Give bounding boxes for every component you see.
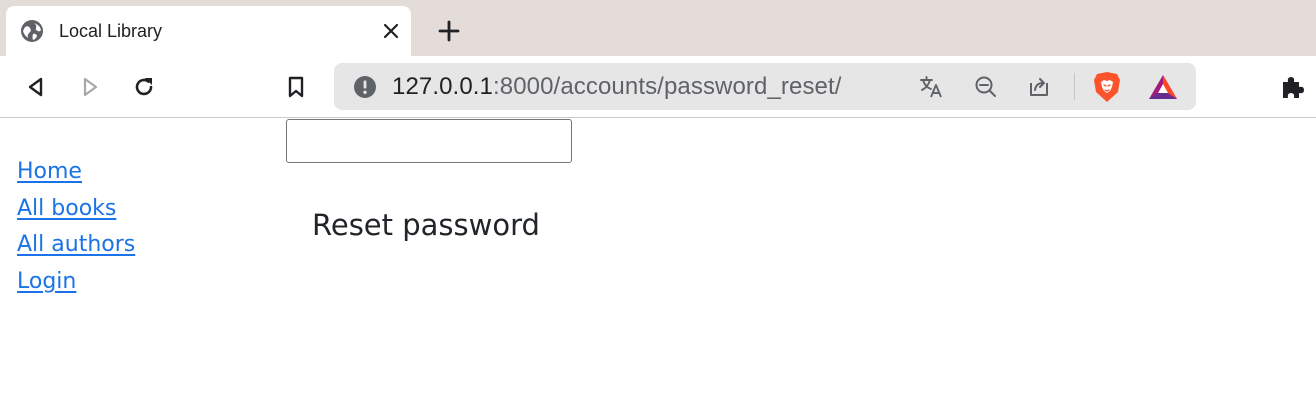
url-path: :8000/accounts/password_reset/ (493, 73, 842, 100)
tab-title: Local Library (59, 21, 163, 41)
address-bar[interactable]: 127.0.0.1:8000/accounts/password_reset/ (334, 63, 1196, 110)
sidebar-link-all-books[interactable]: All books (17, 191, 135, 228)
url-host: 127.0.0.1 (392, 73, 493, 100)
puzzle-icon[interactable] (1278, 73, 1306, 101)
new-tab-plus-icon[interactable] (434, 16, 464, 46)
sidebar-link-home[interactable]: Home (17, 154, 135, 191)
sidebar-nav: Home All books All authors Login (17, 154, 135, 300)
reload-icon[interactable] (130, 73, 158, 101)
bat-rewards-icon[interactable] (1146, 72, 1180, 102)
text-input[interactable] (286, 119, 572, 163)
zoom-out-icon[interactable] (973, 74, 999, 100)
close-icon[interactable] (379, 19, 403, 43)
sidebar-link-login[interactable]: Login (17, 264, 135, 301)
address-bar-separator (1074, 73, 1075, 100)
brave-shield-icon[interactable] (1092, 71, 1122, 103)
browser-tab[interactable]: Local Library (6, 6, 411, 56)
translate-icon[interactable] (918, 74, 944, 100)
url-text[interactable]: 127.0.0.1:8000/accounts/password_reset/ (392, 74, 842, 100)
bookmark-icon[interactable] (282, 73, 310, 101)
page-title: Reset password (312, 208, 540, 242)
sidebar-link-all-authors[interactable]: All authors (17, 227, 135, 264)
browser-toolbar: 127.0.0.1:8000/accounts/password_reset/ (0, 56, 1316, 118)
globe-icon (20, 19, 44, 43)
back-icon[interactable] (22, 73, 50, 101)
info-icon[interactable] (353, 75, 377, 99)
forward-icon[interactable] (76, 73, 104, 101)
tab-strip: Local Library (0, 0, 1316, 56)
share-icon[interactable] (1027, 74, 1053, 100)
